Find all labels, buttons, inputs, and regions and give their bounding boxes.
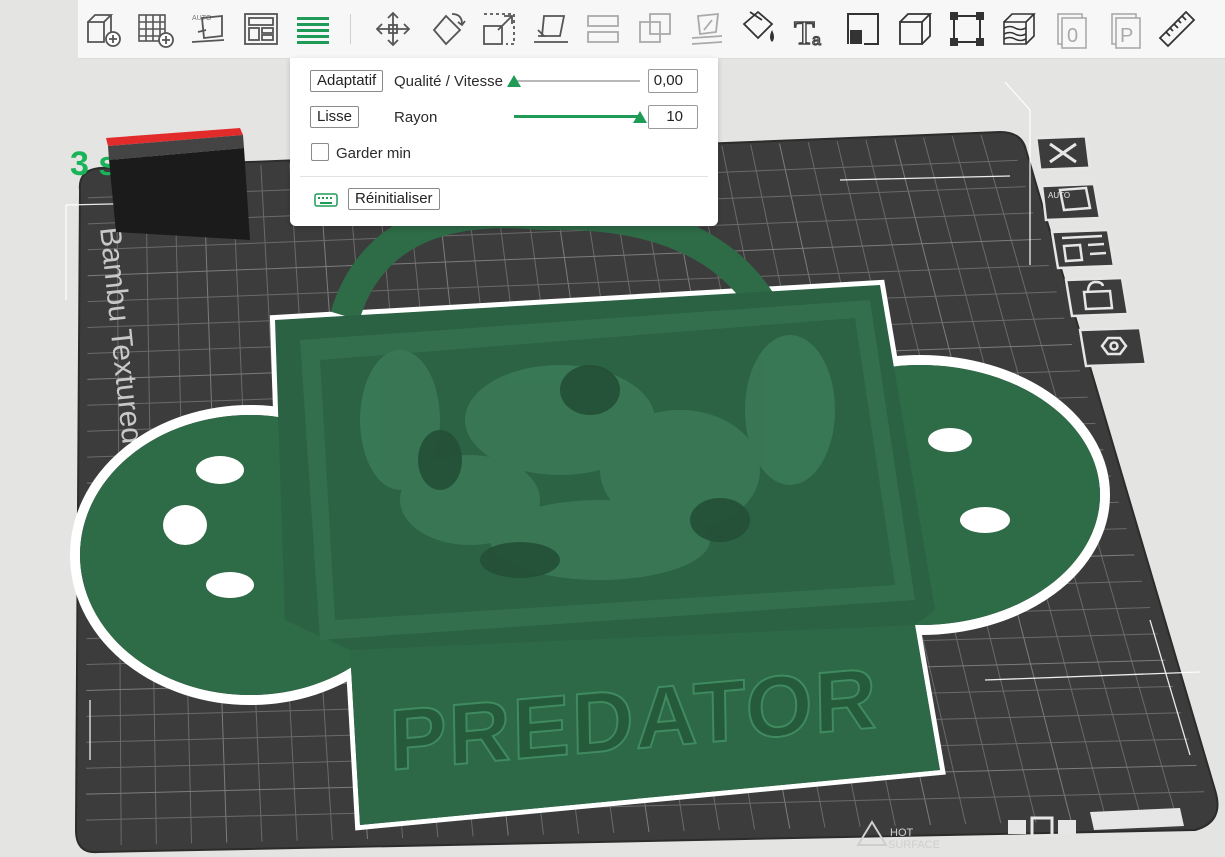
cut-icon[interactable]: [580, 6, 626, 52]
object-label-icon[interactable]: 0: [1048, 6, 1094, 52]
move-icon[interactable]: [370, 6, 416, 52]
svg-text:AUTO: AUTO: [1048, 191, 1070, 200]
rotate-icon[interactable]: [424, 6, 470, 52]
smooth-button[interactable]: Lisse: [310, 106, 360, 128]
scale-icon[interactable]: [476, 6, 522, 52]
svg-text:0: 0: [1067, 25, 1078, 47]
auto-orient-icon[interactable]: AUTO: [186, 6, 232, 52]
radius-value[interactable]: 10: [648, 105, 698, 129]
bounding-box-icon[interactable]: [944, 6, 990, 52]
svg-text:HOT: HOT: [890, 827, 914, 839]
keep-min-checkbox[interactable]: [311, 143, 329, 161]
svg-text:P: P: [1120, 25, 1133, 47]
lock-icon[interactable]: [1064, 276, 1130, 318]
radius-slider-thumb[interactable]: [633, 111, 647, 123]
panel-divider: [300, 176, 708, 177]
quality-slider-thumb[interactable]: [507, 75, 521, 87]
add-cube-icon[interactable]: [80, 6, 126, 52]
reset-button[interactable]: Réinitialiser: [348, 188, 440, 210]
plate-label-icon[interactable]: P: [1102, 6, 1148, 52]
add-plate-icon[interactable]: [132, 6, 178, 52]
svg-text:a: a: [812, 32, 821, 49]
support-paint-icon[interactable]: [684, 6, 730, 52]
color-paint-icon[interactable]: [736, 6, 782, 52]
top-toolbar: AUTO Ta 0 P: [78, 0, 1225, 59]
close-icon[interactable]: [1034, 134, 1092, 172]
seam-icon[interactable]: [840, 6, 886, 52]
radius-label: Rayon: [394, 109, 438, 126]
filament-swatch: [106, 128, 250, 240]
quality-speed-value[interactable]: 0,00: [648, 69, 698, 93]
radius-slider[interactable]: [514, 107, 647, 127]
adaptive-button[interactable]: Adaptatif: [310, 70, 384, 92]
variable-layer-height-icon[interactable]: [996, 6, 1042, 52]
layers-icon[interactable]: [290, 6, 336, 52]
lay-on-face-icon[interactable]: [528, 6, 574, 52]
variable-layer-height-panel: Adaptatif Qualité / Vitesse 0,00 Lisse R…: [290, 58, 718, 226]
plate-side-toolbar: AUTO: [1034, 134, 1148, 368]
svg-text:SURFACE: SURFACE: [888, 839, 940, 851]
measure-ruler-icon[interactable]: [1154, 6, 1200, 52]
keep-min-label: Garder min: [336, 145, 412, 162]
mesh-boolean-icon[interactable]: [632, 6, 678, 52]
auto-orient-plate-icon[interactable]: AUTO: [1040, 182, 1102, 222]
text-icon[interactable]: Ta: [788, 6, 834, 52]
arrange-icon[interactable]: [238, 6, 284, 52]
quality-speed-label: Qualité / Vitesse: [394, 73, 503, 90]
plate-settings-icon[interactable]: [1078, 326, 1148, 368]
arrange-plate-icon[interactable]: [1050, 228, 1116, 270]
quality-speed-slider[interactable]: [507, 71, 640, 91]
cube-view-icon[interactable]: [892, 6, 938, 52]
keyboard-icon[interactable]: [314, 192, 338, 208]
